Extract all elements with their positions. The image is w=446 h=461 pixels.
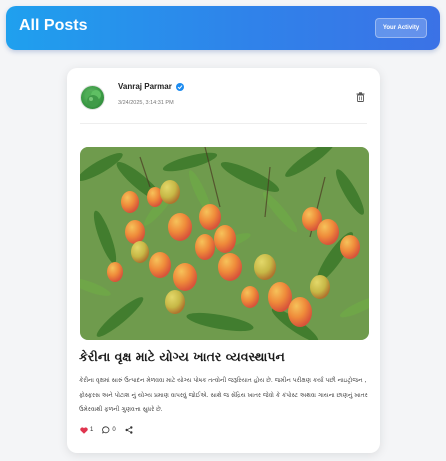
post-author[interactable]: Vanraj Parmar [118, 82, 184, 91]
post-body: કેરીના વૃક્ષમાં સારું ઉત્પાદન મેળવવા માટ… [79, 377, 368, 413]
share-icon [125, 426, 133, 434]
comment-icon [102, 426, 110, 434]
post-timestamp: 3/24/2025, 3:14:31 PM [118, 100, 174, 106]
heart-icon [80, 426, 88, 434]
like-count: 1 [90, 427, 94, 433]
share-button[interactable] [125, 426, 133, 434]
comment-count: 0 [112, 427, 116, 433]
author-name[interactable]: Vanraj Parmar [118, 82, 172, 91]
comment-button[interactable]: 0 [102, 426, 116, 434]
verified-badge-icon [175, 82, 184, 91]
avatar[interactable] [80, 85, 105, 110]
page-header: All Posts Your Activity [6, 6, 440, 50]
post-card: Vanraj Parmar 3/24/2025, 3:14:31 PM કેરી… [67, 68, 380, 453]
page-title: All Posts [19, 17, 88, 34]
header-divider [80, 123, 367, 124]
post-title: કેરીના વૃક્ષ માટે યોગ્ય ખાતર વ્યવસ્થાપન [79, 349, 285, 364]
your-activity-button[interactable]: Your Activity [375, 18, 427, 38]
trash-icon[interactable] [356, 92, 365, 102]
like-button[interactable]: 1 [80, 426, 94, 434]
mango-tree-image [80, 147, 369, 340]
avatar-leaf-icon [85, 90, 101, 107]
post-actions: 1 0 [80, 426, 133, 434]
post-image[interactable] [80, 147, 369, 340]
